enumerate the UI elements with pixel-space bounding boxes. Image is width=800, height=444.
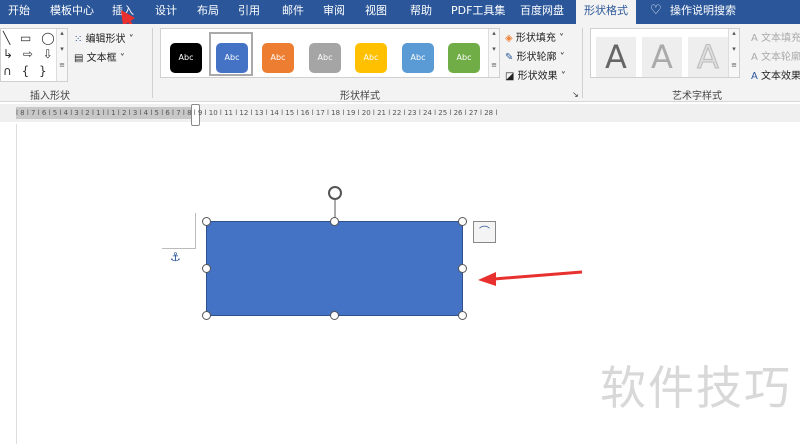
shape-fill-button[interactable]: ◈ 形状填充 ˅ [505,29,564,44]
style-preset-gold[interactable]: Abc [355,43,387,73]
resize-handle-l[interactable] [202,264,211,273]
shape-styles-gallery[interactable]: Abc Abc Abc Abc Abc Abc Abc ▴ ▾ ≡ [160,28,500,78]
tell-me-search[interactable]: 操作说明搜索 [670,0,736,24]
red-arrow-annotation-2 [478,270,583,286]
layout-options-icon[interactable]: ⌒ [473,221,496,243]
style-preset-green[interactable]: Abc [448,43,480,73]
tab-view[interactable]: 视图 [365,0,387,24]
text-outline-button[interactable]: A 文本轮廓 [751,48,800,63]
resize-handle-bl[interactable] [202,311,211,320]
text-effects-label: 文本效果 [761,71,800,82]
text-box-button[interactable]: ▤ 文本框 ˅ [74,49,125,64]
rectangle-shape[interactable] [206,221,463,316]
wordart-scroll[interactable]: ▴ ▾ ≡ [728,29,739,77]
group-label-wordart-styles: 艺术字样式 [672,91,722,102]
gallery-scroll[interactable]: ▴ ▾ ≡ [56,29,67,81]
text-fill-label: 文本填充 [761,33,800,44]
group-label-shape-styles: 形状样式 [340,91,380,102]
shape-effects-button[interactable]: ◪ 形状效果 ˅ [505,67,566,82]
wordart-preset-3[interactable]: A [688,37,728,77]
resize-handle-br[interactable] [458,311,467,320]
resize-handle-tr[interactable] [458,217,467,226]
edit-shape-button[interactable]: ⁙ 编辑形状 ˅ [74,30,134,45]
tab-templates[interactable]: 模板中心 [50,0,94,24]
tab-design[interactable]: 设计 [155,0,177,24]
style-preset-black[interactable]: Abc [170,43,202,73]
text-box-label: 文本框 [86,53,117,64]
shape-icons: ╲ ▭ ◯ [3,31,58,45]
resize-handle-tl[interactable] [202,217,211,226]
ribbon: ╲ ▭ ◯ ↳ ⇨ ⇩ ∩ { } ▴ ▾ ≡ ⁙ 编辑形状 ˅ ▤ 文本框 ˅ 插… [0,24,800,102]
text-outline-label: 文本轮廓 [761,52,800,63]
shape-outline-button[interactable]: ✎ 形状轮廓 ˅ [505,48,565,63]
styles-scroll[interactable]: ▴ ▾ ≡ [488,29,499,77]
style-preset-blue[interactable]: Abc [216,43,248,73]
tab-pdf-tools[interactable]: PDF工具集 [451,0,505,24]
shape-fill-label: 形状填充 [515,33,556,44]
wordart-preset-2[interactable]: A [642,37,682,77]
tab-mailings[interactable]: 邮件 [282,0,304,24]
watermark: 软件技巧 [600,361,792,415]
shape-outline-label: 形状轮廓 [516,52,557,63]
shape-icons-brackets: ∩ { } [3,64,50,78]
lightbulb-icon: ♡ [650,3,662,18]
shape-effects-label: 形状效果 [517,71,558,82]
dialog-launcher-icon[interactable]: ↘ [572,90,579,99]
tab-help[interactable]: 帮助 [410,0,432,24]
wordart-gallery[interactable]: A A A ▴ ▾ ≡ [590,28,740,78]
wordart-preset-1[interactable]: A [596,37,636,77]
style-preset-light-blue[interactable]: Abc [402,43,434,73]
shape-icons-arrows: ↳ ⇨ ⇩ [3,47,56,61]
shapes-gallery[interactable]: ╲ ▭ ◯ ↳ ⇨ ⇩ ∩ { } ▴ ▾ ≡ [0,28,68,82]
ruler-scale: l 8 l 7 l 6 l 5 l 4 l 3 l 2 l 1 l l 1 l … [16,109,498,117]
tab-review[interactable]: 审阅 [323,0,345,24]
group-label-insert-shapes: 插入形状 [30,91,70,102]
resize-handle-r[interactable] [458,264,467,273]
tab-shape-format[interactable]: 形状格式 [576,0,636,24]
margin-corner-mark [162,213,196,249]
style-preset-gray[interactable]: Abc [309,43,341,73]
horizontal-ruler[interactable]: l 8 l 7 l 6 l 5 l 4 l 3 l 2 l 1 l l 1 l … [0,104,800,126]
resize-handle-t[interactable] [330,217,339,226]
tab-baidu-netdisk[interactable]: 百度网盘 [520,0,564,24]
tab-home[interactable]: 开始 [8,0,30,24]
resize-handle-b[interactable] [330,311,339,320]
style-preset-orange[interactable]: Abc [262,43,294,73]
tab-layout[interactable]: 布局 [197,0,219,24]
tab-references[interactable]: 引用 [238,0,260,24]
text-effects-button[interactable]: A 文本效果 [751,67,800,82]
edit-shape-label: 编辑形状 [85,34,126,45]
anchor-icon: ⚓ [170,250,181,264]
text-fill-button[interactable]: A 文本填充 [751,29,800,44]
